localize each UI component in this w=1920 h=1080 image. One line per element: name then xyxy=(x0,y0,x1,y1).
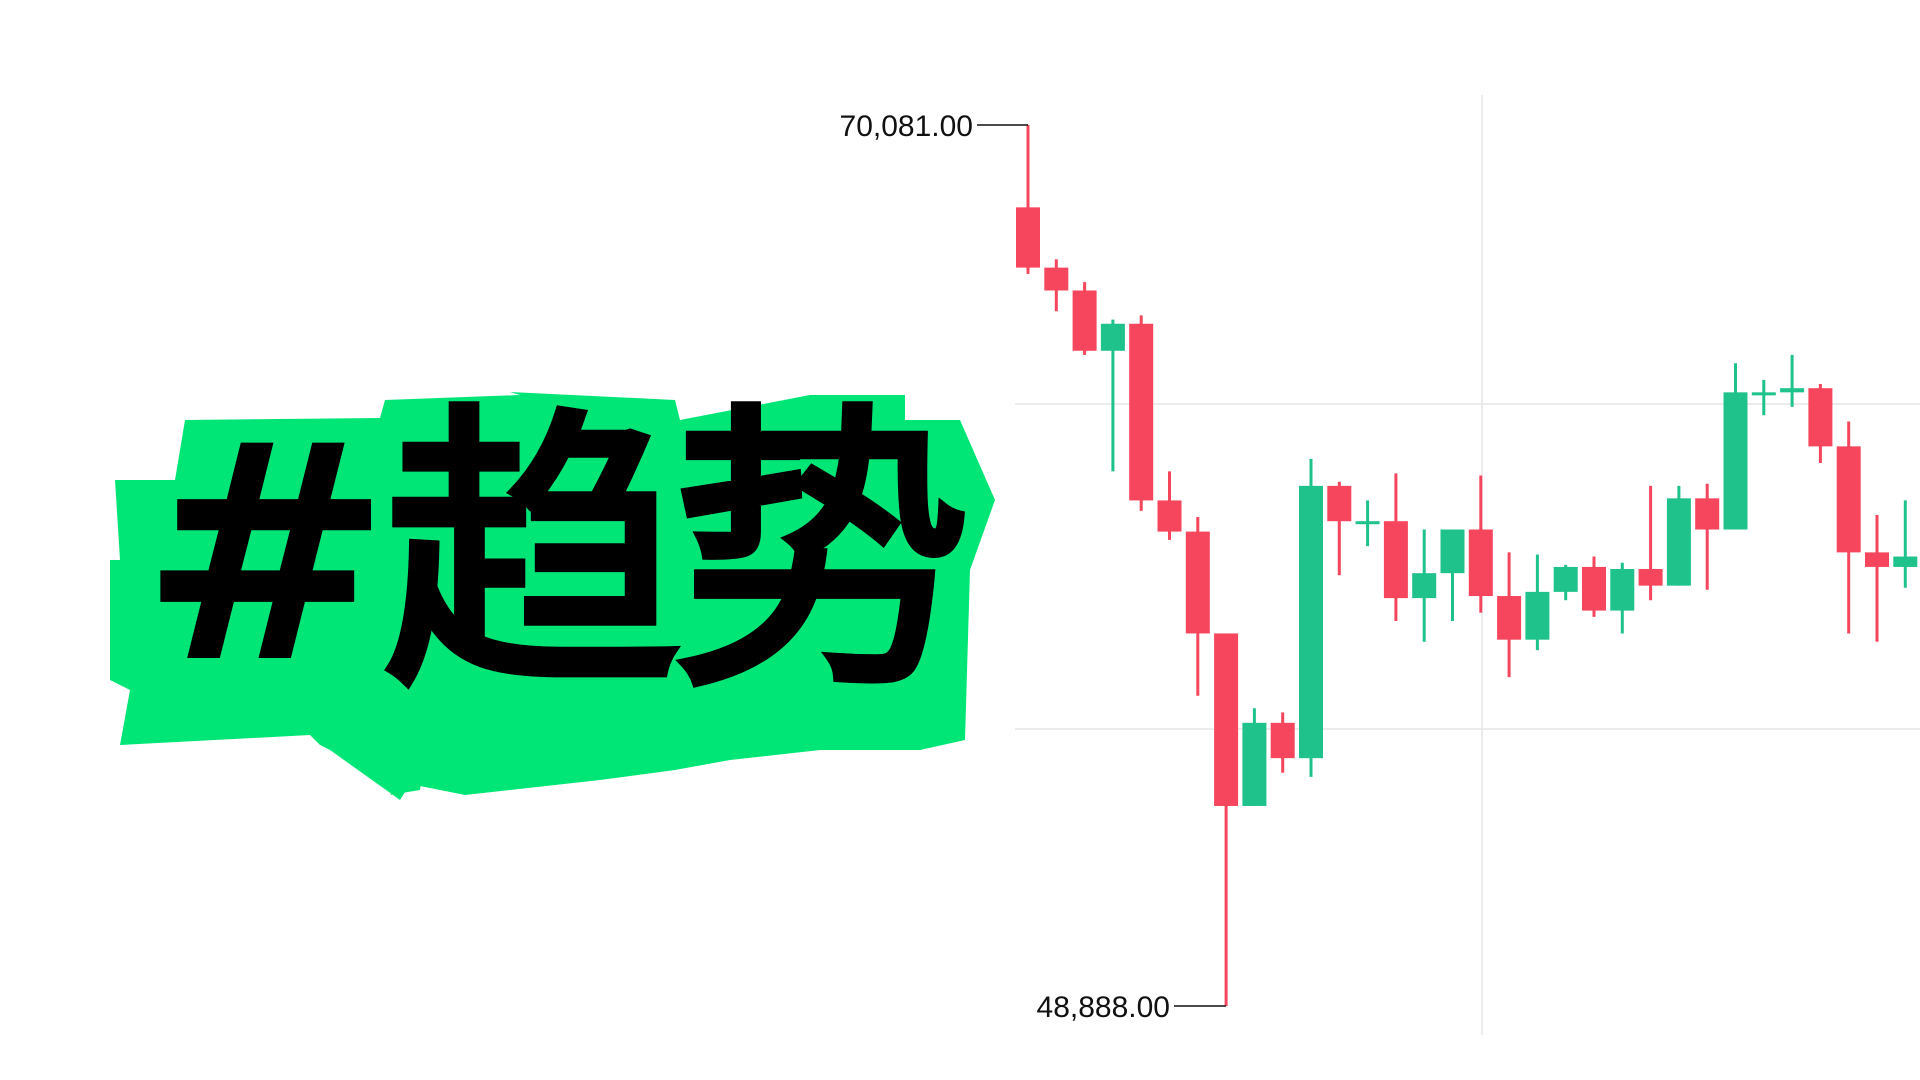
candle-body xyxy=(1666,498,1691,586)
candle-10 xyxy=(1270,712,1295,773)
candle-27 xyxy=(1751,379,1776,416)
candle-32 xyxy=(1893,500,1918,588)
candle-body xyxy=(1553,566,1578,592)
candle-8 xyxy=(1214,633,1239,1006)
candle-body xyxy=(1185,531,1210,634)
candle-body xyxy=(1865,552,1889,567)
candle-body xyxy=(1780,388,1805,393)
candle-1 xyxy=(1016,125,1040,274)
candle-body xyxy=(1412,573,1437,599)
candle-body xyxy=(1836,446,1861,553)
candle-6 xyxy=(1157,471,1182,540)
candle-body xyxy=(1100,323,1125,351)
candle-body xyxy=(1299,485,1323,759)
candle-body xyxy=(1242,722,1267,806)
candle-18 xyxy=(1497,552,1522,678)
candle-body xyxy=(1355,521,1380,525)
high-price-label: 70,081.00 xyxy=(840,110,973,143)
candle-body xyxy=(1751,392,1776,396)
candle-11 xyxy=(1299,458,1323,777)
candle-13 xyxy=(1355,500,1380,547)
candle-5 xyxy=(1129,315,1154,511)
candle-2 xyxy=(1044,259,1069,312)
candle-body xyxy=(1497,596,1522,640)
low-price-marker: 48,888.00 xyxy=(1037,991,1226,1024)
candle-body xyxy=(1808,388,1833,447)
low-price-label: 48,888.00 xyxy=(1037,991,1170,1024)
candle-body xyxy=(1468,529,1493,597)
candlestick-chart: 70,081.00 48,888.00 xyxy=(840,95,1920,1035)
candle-16 xyxy=(1440,529,1465,621)
candle-body xyxy=(1525,591,1550,640)
candle-body xyxy=(1327,485,1352,522)
candle-14 xyxy=(1383,473,1408,621)
candle-22 xyxy=(1610,562,1635,634)
candle-21 xyxy=(1582,556,1606,617)
candle-3 xyxy=(1072,282,1097,355)
candle-25 xyxy=(1695,483,1720,590)
candle-12 xyxy=(1327,481,1352,576)
high-price-marker: 70,081.00 xyxy=(840,110,1028,143)
candles-layer xyxy=(1016,125,1918,1006)
candle-body xyxy=(1214,633,1239,806)
candle-26 xyxy=(1723,363,1748,530)
candle-7 xyxy=(1185,517,1210,696)
candle-20 xyxy=(1553,564,1578,601)
candle-body xyxy=(1582,566,1606,611)
candle-body xyxy=(1157,500,1182,532)
candle-body xyxy=(1610,569,1635,611)
candle-28 xyxy=(1780,354,1805,407)
candle-29 xyxy=(1808,384,1833,464)
candle-body xyxy=(1016,207,1040,268)
candle-body xyxy=(1044,267,1069,291)
candle-body xyxy=(1270,722,1295,759)
candle-body xyxy=(1129,323,1154,501)
candle-24 xyxy=(1666,485,1691,586)
candle-15 xyxy=(1412,529,1437,642)
candle-9 xyxy=(1242,708,1267,806)
candle-30 xyxy=(1836,421,1861,634)
candle-body xyxy=(1383,521,1408,599)
candle-body xyxy=(1638,569,1663,586)
candle-body xyxy=(1723,392,1748,530)
candle-17 xyxy=(1468,475,1493,613)
candle-4 xyxy=(1100,319,1125,472)
candle-31 xyxy=(1865,514,1889,642)
candle-body xyxy=(1072,290,1097,351)
candle-19 xyxy=(1525,554,1550,651)
candle-body xyxy=(1695,498,1720,530)
candle-23 xyxy=(1638,485,1663,601)
candle-body xyxy=(1893,556,1918,567)
candle-body xyxy=(1440,529,1465,574)
